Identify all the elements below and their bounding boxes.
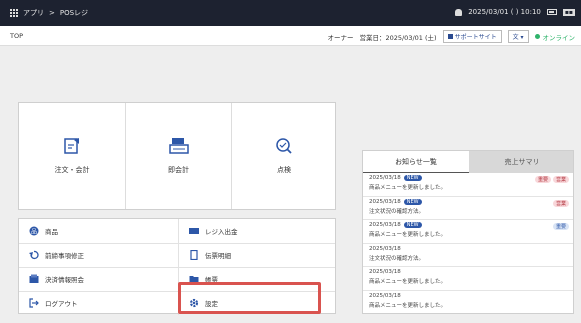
menu-item-label: 決済情報照会 bbox=[45, 276, 84, 284]
status-area: 2025/03/01 ( ) 10:10 ▪▪ bbox=[455, 8, 575, 16]
news-date: 2025/03/18 bbox=[369, 269, 401, 276]
business-date: 営業日：2025/03/01 (土) bbox=[359, 33, 437, 42]
menu-item-label: 商品 bbox=[45, 228, 58, 236]
tab-sales-summary-label: 売上サマリ bbox=[504, 158, 540, 166]
news-tag: 営業 bbox=[552, 199, 569, 207]
menu-item-slip[interactable]: 伝票明細 bbox=[189, 243, 329, 267]
news-tags: 重要 営業 bbox=[534, 176, 569, 183]
news-item[interactable]: 2025/03/18 商品メニューを更新しました。 bbox=[363, 291, 573, 313]
news-item[interactable]: 2025/03/18 NEW 営業 注文状況の確認方法。 bbox=[363, 197, 573, 221]
menu-item-logout[interactable]: ログアウト bbox=[29, 291, 169, 315]
new-badge: NEW bbox=[403, 175, 422, 181]
news-text: 商品メニューを更新しました。 bbox=[369, 302, 447, 309]
news-text: 商品メニューを更新しました。 bbox=[369, 185, 447, 191]
news-text: 注文状況の確認方法。 bbox=[369, 255, 425, 262]
battery-icon bbox=[546, 9, 557, 15]
online-status: オンライン bbox=[534, 32, 576, 42]
sub-header: TOP オーナー 営業日：2025/03/01 (土) サポートサイト 文 ▾ … bbox=[0, 26, 581, 46]
register-icon bbox=[168, 137, 190, 155]
order-icon bbox=[61, 137, 83, 155]
highlight-box bbox=[178, 282, 321, 314]
news-tabs: お知らせ一覧 売上サマリ bbox=[363, 151, 573, 173]
news-tags: 重要 bbox=[552, 223, 569, 231]
page-title: TOP bbox=[10, 32, 24, 40]
menu-item-label: 前締事項修正 bbox=[45, 252, 84, 260]
quick-checkout-button[interactable]: 即会計 bbox=[126, 103, 231, 209]
tab-notices-label: お知らせ一覧 bbox=[395, 157, 437, 166]
main-actions-card: 注文・会計 即会計 点検 bbox=[18, 102, 336, 210]
news-date-row: 2025/03/18 bbox=[369, 269, 569, 275]
breadcrumb-separator: > bbox=[49, 9, 55, 17]
top-bar: アプリ > POSレジ 2025/03/01 ( ) 10:10 ▪▪ bbox=[0, 0, 581, 26]
menu-item-correction[interactable]: 前締事項修正 bbox=[29, 243, 169, 267]
sub-header-right: オーナー 営業日：2025/03/01 (土) サポートサイト 文 ▾ オンライ… bbox=[327, 30, 575, 43]
news-list: 2025/03/18 NEW 重要 営業 商品メニューを更新しました。 2025/03/1… bbox=[363, 173, 573, 313]
breadcrumb-app[interactable]: アプリ bbox=[23, 8, 44, 18]
news-text: 商品メニューを更新しました。 bbox=[369, 232, 447, 239]
online-dot-icon bbox=[534, 34, 540, 39]
menu-item-payment[interactable]: 決済情報照会 bbox=[29, 267, 169, 291]
breadcrumb: アプリ > POSレジ bbox=[10, 8, 88, 18]
bell-icon[interactable] bbox=[455, 8, 463, 16]
menu-item-label: レジ入出金 bbox=[205, 228, 238, 236]
menu-item-label: ログアウト bbox=[45, 300, 78, 308]
tab-sales-summary[interactable]: 売上サマリ bbox=[469, 151, 573, 173]
news-date-row: 2025/03/18 bbox=[369, 293, 569, 299]
quick-checkout-label: 即会計 bbox=[168, 166, 189, 174]
inspect-icon bbox=[273, 137, 295, 155]
product-icon: 品 bbox=[29, 226, 39, 236]
news-item[interactable]: 2025/03/18 NEW 重要 営業商品メニューを更新しました。 bbox=[363, 173, 573, 197]
undo-icon bbox=[29, 250, 39, 260]
news-date-row: 2025/03/18 bbox=[369, 246, 569, 252]
news-panel: お知らせ一覧 売上サマリ 2025/03/18 NEW 重要 営業 商品メニューを更新し… bbox=[362, 150, 574, 314]
news-item[interactable]: 2025/03/18 NEW 重要 商品メニューを更新しました。 bbox=[363, 220, 573, 244]
logout-icon bbox=[29, 298, 39, 308]
support-site-button[interactable]: サポートサイト bbox=[442, 30, 502, 43]
inspect-label: 点検 bbox=[277, 166, 291, 174]
news-tags: 営業 bbox=[552, 199, 569, 207]
news-date: 2025/03/18 bbox=[369, 198, 401, 205]
support-site-label: サポートサイト bbox=[454, 34, 497, 41]
slip-icon bbox=[189, 250, 199, 260]
news-date: 2025/03/18 bbox=[369, 222, 401, 229]
user-name[interactable]: オーナー bbox=[327, 32, 353, 42]
new-badge: NEW bbox=[403, 198, 422, 205]
menu-item-cash[interactable]: レジ入出金 bbox=[189, 219, 329, 243]
language-select[interactable]: 文 ▾ bbox=[507, 30, 529, 43]
news-date: 2025/03/18 bbox=[369, 175, 401, 181]
book-icon bbox=[447, 34, 453, 39]
app-grid-icon[interactable] bbox=[10, 9, 18, 17]
news-date-row: 2025/03/18 NEW bbox=[369, 198, 569, 205]
news-tag: 営業 bbox=[552, 176, 569, 183]
news-date: 2025/03/18 bbox=[369, 292, 401, 299]
order-checkout-label: 注文・会計 bbox=[54, 166, 90, 174]
news-item[interactable]: 2025/03/18 商品メニューを更新しました。 bbox=[363, 267, 573, 291]
cash-icon bbox=[189, 226, 199, 236]
news-text: 注文状況の確認方法。 bbox=[369, 208, 425, 215]
inspect-button[interactable]: 点検 bbox=[232, 103, 336, 209]
new-badge: NEW bbox=[403, 222, 422, 229]
news-tag: 重要 bbox=[534, 176, 551, 183]
menu-item-product[interactable]: 品 商品 bbox=[29, 219, 169, 243]
svg-text:品: 品 bbox=[31, 229, 37, 236]
tab-notices[interactable]: お知らせ一覧 bbox=[363, 151, 469, 173]
news-item[interactable]: 2025/03/18 注文状況の確認方法。 bbox=[363, 244, 573, 268]
online-label: オンライン bbox=[542, 33, 576, 42]
news-date: 2025/03/18 bbox=[369, 245, 401, 252]
datetime: 2025/03/01 ( ) 10:10 bbox=[468, 8, 541, 16]
breadcrumb-current: POSレジ bbox=[59, 9, 89, 17]
payment-icon bbox=[29, 274, 39, 284]
order-checkout-button[interactable]: 注文・会計 bbox=[19, 103, 125, 209]
news-text: 商品メニューを更新しました。 bbox=[369, 279, 447, 286]
news-tag: 重要 bbox=[552, 223, 569, 231]
brand-logo: ▪▪ bbox=[562, 8, 575, 16]
menu-item-label: 伝票明細 bbox=[205, 252, 231, 260]
news-date-row: 2025/03/18 NEW bbox=[369, 222, 569, 229]
